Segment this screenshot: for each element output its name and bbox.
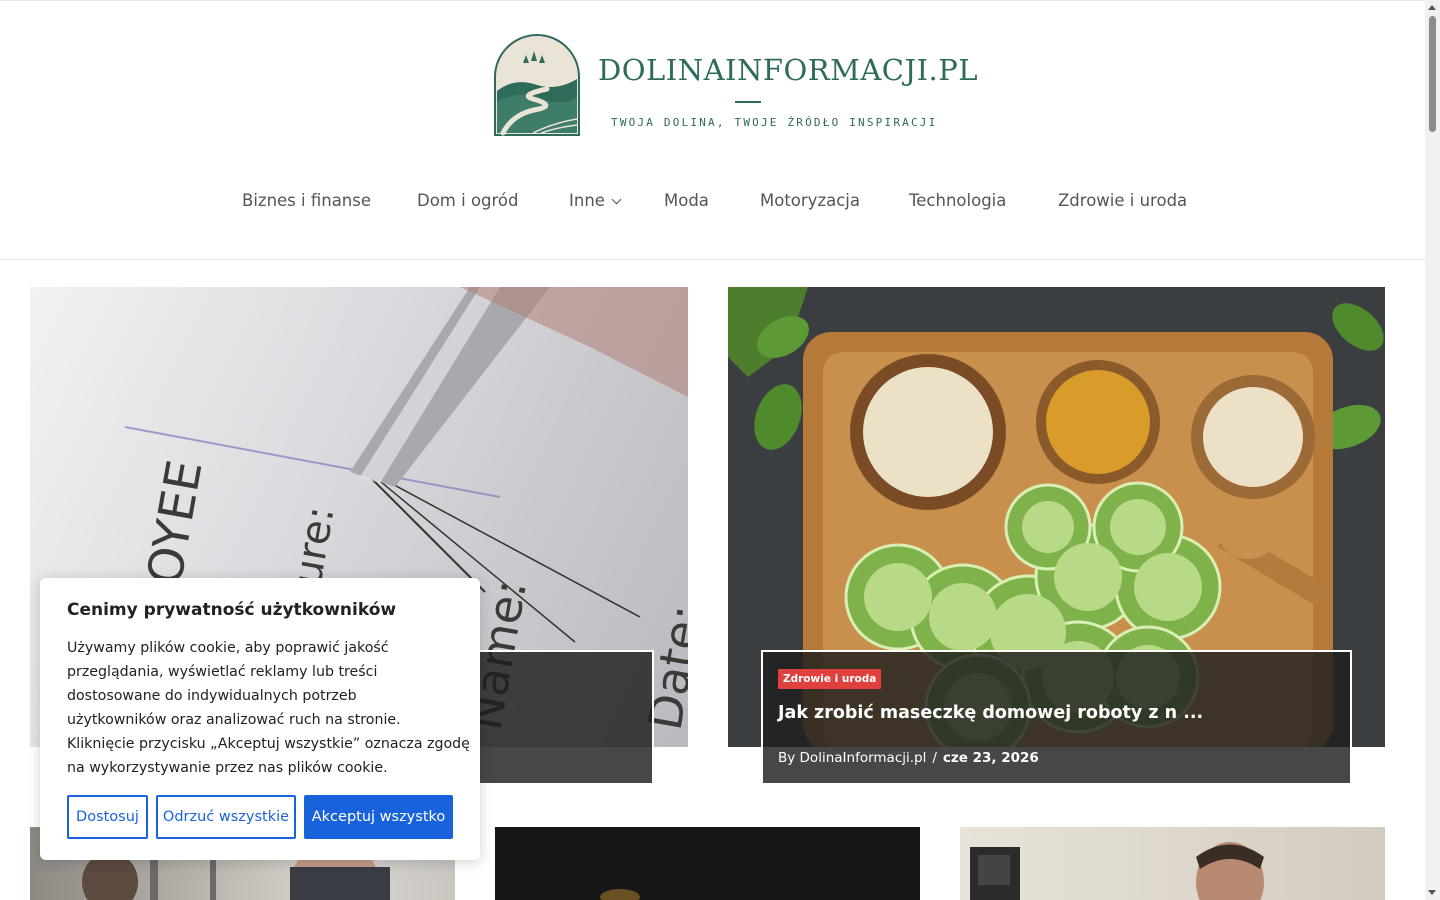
nav-item-inne-label: Inne xyxy=(569,191,605,210)
site-name: DOLINAINFORMACJI.PL xyxy=(598,53,979,87)
site-logo[interactable]: DOLINAINFORMACJI.PL TWOJA DOLINA, TWOJE … xyxy=(493,33,978,137)
cookie-consent-banner: Cenimy prywatność użytkowników Używamy p… xyxy=(40,578,480,860)
svg-text:ure:: ure: xyxy=(285,503,344,589)
cookie-text-line: użytkowników oraz analizować ruch na str… xyxy=(67,712,401,728)
cookie-accept-all-button[interactable]: Akceptuj wszystko xyxy=(304,795,453,839)
post-meta: By DolinaInformacji.pl / cze 23, 2026 xyxy=(778,750,1039,766)
site-header: DOLINAINFORMACJI.PL TWOJA DOLINA, TWOJE … xyxy=(0,0,1425,260)
chevron-down-icon xyxy=(611,194,622,205)
cookie-text-line: Kliknięcie przycisku „Akceptuj wszystkie… xyxy=(67,736,470,752)
category-badge[interactable]: Zdrowie i uroda xyxy=(778,669,882,689)
valley-logo-icon xyxy=(494,34,580,136)
post-thumbnail-2[interactable] xyxy=(495,827,920,900)
logo-divider xyxy=(735,101,761,103)
post-thumbnail-3[interactable] xyxy=(960,827,1385,900)
post-author[interactable]: By DolinaInformacji.pl xyxy=(778,750,926,766)
scrollbar-thumb[interactable] xyxy=(1429,16,1436,132)
scroll-up-arrow-icon[interactable] xyxy=(1428,5,1436,10)
cookie-customize-button[interactable]: Dostosuj xyxy=(67,795,148,839)
post-date: cze 23, 2026 xyxy=(942,750,1039,766)
meta-separator: / xyxy=(932,750,937,766)
page-scrollbar[interactable] xyxy=(1425,0,1440,900)
cookie-text-line: Używamy plików cookie, aby poprawić jako… xyxy=(67,640,389,656)
thumbnail-photo xyxy=(600,889,640,900)
nav-item-dom-i-ogrod[interactable]: Dom i ogród xyxy=(417,191,519,210)
nav-item-technologia[interactable]: Technologia xyxy=(909,191,1006,210)
cookie-text-line: przeglądania, wyświetlać reklamy lub tre… xyxy=(67,664,378,680)
cookie-reject-all-button[interactable]: Odrzuć wszystkie xyxy=(156,795,296,839)
cookie-text-line: na wykorzystywanie przez nas plików cook… xyxy=(67,760,388,776)
featured-card-2-overlay: Zdrowie i uroda Jak zrobić maseczkę domo… xyxy=(761,650,1352,785)
main-nav: Biznes i finanse Dom i ogród Inne Moda M… xyxy=(0,191,1425,215)
nav-item-moda[interactable]: Moda xyxy=(664,191,709,210)
nav-item-zdrowie-i-uroda[interactable]: Zdrowie i uroda xyxy=(1058,191,1187,210)
cookie-text-line: dostosowane do indywidualnych potrzeb xyxy=(67,688,357,704)
site-tagline: TWOJA DOLINA, TWOJE ŹRÓDŁO INSPIRACJI xyxy=(611,116,938,129)
nav-item-biznes-i-finanse[interactable]: Biznes i finanse xyxy=(242,191,371,210)
cookie-banner-text: Używamy plików cookie, aby poprawić jako… xyxy=(67,636,470,780)
thumbnail-photo xyxy=(970,842,1264,900)
nav-item-motoryzacja[interactable]: Motoryzacja xyxy=(760,191,860,210)
cookie-banner-title: Cenimy prywatność użytkowników xyxy=(67,600,397,620)
nav-item-inne[interactable]: Inne xyxy=(569,191,622,210)
featured-card-2-title[interactable]: Jak zrobić maseczkę domowej roboty z n .… xyxy=(778,703,1203,723)
scroll-down-arrow-icon[interactable] xyxy=(1428,890,1436,895)
svg-text:OYEE: OYEE xyxy=(137,456,214,589)
